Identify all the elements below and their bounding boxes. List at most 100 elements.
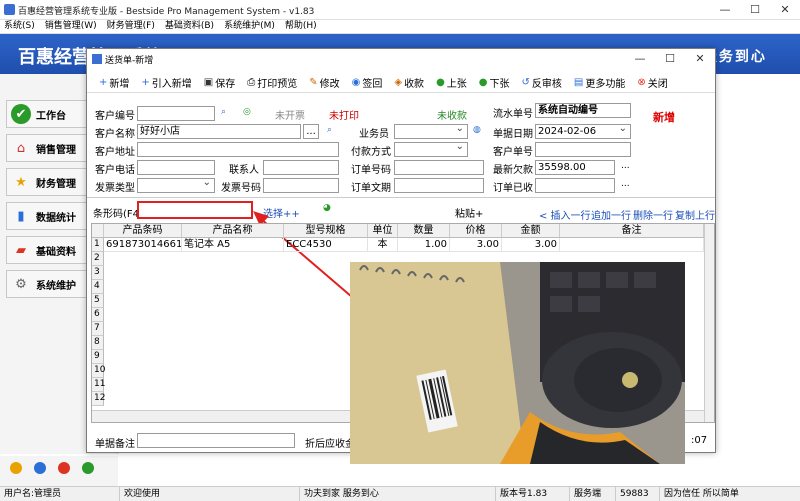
lock-icon[interactable] (10, 462, 22, 474)
menu-finance[interactable]: 财务管理(F) (107, 20, 155, 33)
cell-barcode[interactable]: 6918730146612 (104, 238, 182, 252)
nav-maintenance[interactable]: ⚙ 系统维护 (6, 270, 98, 298)
menu-maintenance[interactable]: 系统维护(M) (224, 20, 275, 33)
toolbar-edit-button[interactable]: ✎ 修改 (303, 71, 345, 93)
nav-finance[interactable]: ★ 财务管理 (6, 168, 98, 196)
power-icon[interactable] (58, 462, 70, 474)
barcode-input[interactable] (137, 201, 253, 219)
invoice-status: 未开票 (275, 111, 305, 122)
grid-header-remark[interactable]: 备注 (560, 224, 704, 238)
toolbar-add-button[interactable]: + 新增 (93, 71, 135, 93)
order-paid-label: 订单已收 (493, 183, 533, 194)
toolbar-unaudit-button[interactable]: ↺ 反审核 (516, 71, 568, 93)
menu-sales[interactable]: 销售管理(W) (45, 20, 97, 33)
paste-link[interactable]: 粘贴+ (455, 205, 483, 220)
search-icon[interactable]: ⌕ (221, 107, 226, 117)
customer-browse-button[interactable]: ... (303, 124, 319, 139)
down-icon: ● (478, 76, 488, 88)
remark-input[interactable] (137, 433, 295, 448)
menu-system[interactable]: 系统(S) (4, 20, 35, 33)
delete-row-link[interactable]: 删除一行 (633, 207, 673, 222)
grid-header-qty[interactable]: 数量 (398, 224, 450, 238)
status-port: 59883 (616, 487, 660, 501)
menu-bar: 系统(S) 销售管理(W) 财务管理(F) 基础资料(B) 系统维护(M) 帮助… (0, 20, 800, 34)
grid-header-amount[interactable]: 金额 (502, 224, 560, 238)
toolbar-import-add-button[interactable]: + 引入新增 (135, 71, 197, 93)
append-row-link[interactable]: 追加一行 (591, 207, 631, 222)
barcode-label: 条形码(F4) (93, 209, 143, 220)
nav-basic[interactable]: ▰ 基础资料 (6, 236, 98, 264)
order-text-input[interactable] (394, 178, 484, 193)
toolbar-close-button[interactable]: ⊗ 关闭 (631, 71, 673, 93)
plus-icon: + (99, 76, 108, 88)
refresh-icon[interactable]: ◎ (243, 107, 251, 117)
date-picker[interactable]: 2024-02-06 (535, 124, 631, 139)
minimize-button[interactable]: — (710, 0, 740, 20)
address-input[interactable] (137, 142, 339, 157)
more-icon: ▤ (573, 76, 584, 88)
toolbar-more-button[interactable]: ▤ 更多功能 (568, 71, 631, 93)
cell-remark[interactable] (560, 238, 704, 252)
dialog-close-button[interactable]: ✕ (685, 49, 715, 69)
toolbar-signback-button[interactable]: ◉ 签回 (346, 71, 389, 93)
salesman-select[interactable] (394, 124, 468, 139)
salesman-label: 业务员 (359, 129, 389, 140)
toolbar-prev-button[interactable]: ● 上张 (430, 71, 473, 93)
invoice-no-input[interactable] (263, 178, 339, 193)
menu-help[interactable]: 帮助(H) (285, 20, 317, 33)
order-paid-detail-button[interactable]: ... (621, 179, 630, 189)
phone-input[interactable] (137, 160, 215, 175)
serial-input[interactable]: 系统自动编号 (535, 103, 631, 118)
menu-basic[interactable]: 基础资料(B) (165, 20, 214, 33)
order-no-label: 订单号码 (351, 165, 391, 176)
toolbar-save-button[interactable]: ▣ 保存 (198, 71, 241, 93)
status-slogan: 功夫到家 服务到心 (300, 487, 496, 501)
undo-icon: ↺ (521, 76, 530, 88)
cell-unit[interactable]: 本 (368, 238, 398, 252)
nav-workbench[interactable]: ✔ 工作台 (6, 100, 98, 128)
contact-input[interactable] (263, 160, 339, 175)
toolbar-print-preview-button[interactable]: ⎙ 打印预览 (241, 71, 303, 93)
maximize-button[interactable]: ☐ (740, 0, 770, 20)
clock-icon[interactable] (34, 462, 46, 474)
customer-code-label: 客户编号 (95, 111, 135, 122)
cust-order-input[interactable] (535, 142, 631, 157)
copy-row-link[interactable]: 复制上行 (675, 207, 715, 222)
status-motto: 因为信任 所以简单 (664, 489, 739, 499)
row-number: 1 (92, 238, 104, 252)
customer-name-input[interactable]: 好好小店 (137, 124, 301, 139)
dialog-minimize-button[interactable]: — (625, 49, 655, 69)
nav-sales[interactable]: ⌂ 销售管理 (6, 134, 98, 162)
customer-code-input[interactable] (137, 106, 215, 121)
grid-header-spec[interactable]: 型号规格 (284, 224, 368, 238)
user-icon[interactable]: ◍ (473, 125, 481, 135)
grid-scrollbar[interactable] (704, 224, 714, 422)
grid-header-name[interactable]: 产品名称 (182, 224, 284, 238)
row-number: 2 (92, 252, 104, 266)
close-button[interactable]: ✕ (770, 0, 800, 20)
app-icon (4, 4, 15, 15)
cell-price[interactable]: 3.00 (450, 238, 502, 252)
grid-header-unit[interactable]: 单位 (368, 224, 398, 238)
grid-header-barcode[interactable]: 产品条码 (104, 224, 182, 238)
status-bar: 用户名:管理员 欢迎使用 功夫到家 服务到心 版本号1.83 服务端 59883… (0, 486, 800, 501)
grid-header-price[interactable]: 价格 (450, 224, 502, 238)
cell-spec[interactable]: ECC4530 (284, 238, 368, 252)
bottom-icons (0, 456, 118, 486)
status-version: 版本号1.83 (496, 487, 570, 501)
refresh-icon[interactable] (82, 462, 94, 474)
cell-qty[interactable]: 1.00 (398, 238, 450, 252)
invoice-type-select[interactable] (137, 178, 215, 193)
row-number: 7 (92, 322, 104, 336)
cell-name[interactable]: 笔记本 A5 (182, 238, 284, 252)
toolbar-collect-button[interactable]: ◈ 收款 (388, 71, 430, 93)
cell-amount[interactable]: 3.00 (502, 238, 560, 252)
dialog-maximize-button[interactable]: ☐ (655, 49, 685, 69)
order-no-input[interactable] (394, 160, 484, 175)
pay-method-select[interactable] (394, 142, 468, 157)
nav-statistics[interactable]: ▮ 数据统计 (6, 202, 98, 230)
insert-row-link[interactable]: < 插入一行 (539, 207, 591, 222)
debt-detail-button[interactable]: ... (621, 161, 630, 171)
search-icon[interactable]: ⌕ (327, 125, 332, 135)
toolbar-next-button[interactable]: ● 下张 (473, 71, 516, 93)
